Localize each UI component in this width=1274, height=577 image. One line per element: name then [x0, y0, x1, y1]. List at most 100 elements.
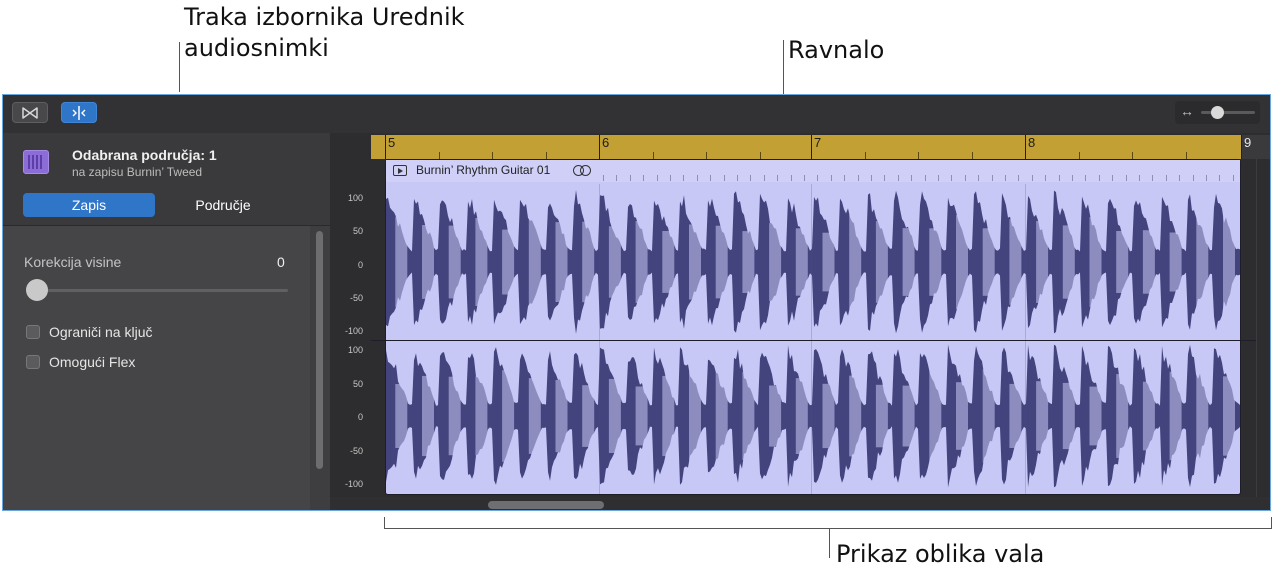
region-tick: [777, 175, 779, 181]
region-tick: [750, 175, 752, 181]
ruler-bar-line: [599, 135, 600, 159]
region-tick: [978, 175, 980, 181]
callout-menu-bar-line1: Traka izbornika Urednik: [184, 3, 465, 31]
enable-flex-checkbox[interactable]: [26, 355, 40, 369]
bar-grid-line: [811, 184, 812, 494]
region-tick: [629, 175, 631, 181]
bowtie-button[interactable]: [12, 102, 48, 123]
y-axis-tick-label: 50: [352, 226, 363, 237]
y-axis-tick-label: 0: [357, 412, 363, 422]
region-tick: [964, 175, 966, 181]
ruler-bar-label: 6: [602, 135, 610, 150]
y-axis-tick-label: -100: [344, 479, 363, 489]
zoom-control: ↔: [1175, 101, 1260, 124]
region-tick: [871, 175, 872, 181]
ruler-beat-tick: [492, 152, 493, 159]
ruler-bar-line: [385, 135, 386, 159]
callout-menu-bar-line2: audiosnimki: [184, 34, 329, 62]
region-tick: [1031, 175, 1033, 181]
region-tick: [1219, 175, 1221, 181]
region-tick: [1098, 175, 1100, 181]
ruler-beat-tick: [759, 152, 761, 159]
ruler-bar-label: 5: [388, 135, 396, 150]
y-axis-tick-label: 100: [347, 345, 363, 355]
loop-icon: [573, 164, 593, 176]
pitch-correction-value: 0: [277, 254, 285, 270]
callout-waveform-bracket-right: [1271, 517, 1272, 529]
ruler-beat-tick: [438, 152, 440, 159]
region-tick: [737, 175, 738, 181]
region-tick: [857, 175, 859, 181]
ruler-bar-label: 9: [1244, 135, 1252, 150]
ruler-beat-tick: [864, 152, 866, 159]
bowtie-icon: [22, 106, 38, 119]
region-tick: [911, 175, 913, 181]
region-tick: [897, 175, 899, 181]
audio-editor: ↔ Odabrana područja: 1 na zapisu Burnin’…: [2, 94, 1271, 511]
ruler-bar-line: [811, 135, 812, 159]
region-tick: [1125, 175, 1127, 181]
callout-waveform-bracket-left: [384, 517, 385, 529]
region-tick: [1072, 175, 1073, 181]
callout-menu-bar: Traka izbornika Urednik audiosnimki: [184, 2, 465, 64]
region-tick: [830, 175, 832, 181]
region-tick: [670, 175, 671, 181]
horizontal-scrollbar-track: [330, 497, 1270, 510]
callout-waveform: Prikaz oblika vala: [836, 540, 1045, 568]
ruler-beat-tick: [545, 152, 547, 159]
region-tick: [884, 175, 886, 181]
inspector-scrollbar-thumb[interactable]: [316, 231, 323, 469]
limit-to-key-checkbox[interactable]: [26, 325, 40, 339]
waveform[interactable]: [386, 184, 1240, 494]
ruler-bar-label: 7: [814, 135, 822, 150]
ruler-beat-tick: [1078, 152, 1080, 159]
ruler-beat-tick: [971, 152, 973, 159]
track-vertical-divider: [1256, 159, 1257, 497]
region-tick: [656, 175, 658, 181]
region-tick: [844, 175, 846, 181]
y-axis-tick-label: -100: [344, 326, 363, 336]
y-axis-tick-label: 0: [357, 259, 363, 270]
region-tick: [1206, 175, 1207, 181]
region-tick: [616, 175, 618, 181]
region-tick: [938, 175, 939, 181]
region-tick: [817, 175, 819, 181]
tab-zapis[interactable]: Zapis: [23, 193, 155, 217]
flex-button[interactable]: [61, 102, 97, 123]
ruler-bar-line: [1025, 135, 1026, 159]
y-axis-tick-label: -50: [349, 292, 363, 303]
ruler-bar-line: [1241, 135, 1242, 159]
region-tick: [790, 175, 792, 181]
region-tick: [1058, 175, 1060, 181]
region-tick: [1005, 175, 1006, 181]
inspector-title: Odabrana područja: 1: [72, 147, 217, 163]
ruler-beat-tick: [706, 152, 707, 159]
region-tick: [1085, 175, 1087, 181]
region-tick: [723, 175, 725, 181]
tab-podrucje[interactable]: Područje: [157, 193, 289, 217]
zoom-slider-knob[interactable]: [1211, 106, 1225, 119]
region-tick: [1232, 175, 1234, 181]
region-tick: [951, 175, 953, 181]
pitch-slider-track[interactable]: [28, 289, 288, 292]
bar-grid-line: [1025, 184, 1026, 494]
region-tick: [763, 175, 765, 181]
y-axis-tick-label: -50: [349, 445, 363, 456]
horizontal-arrows-icon: ↔: [1180, 103, 1194, 119]
region-tick: [696, 175, 698, 181]
horizontal-scrollbar-thumb[interactable]: [488, 501, 604, 509]
ruler-beat-tick: [918, 152, 919, 159]
limit-to-key-label: Ograniči na ključ: [49, 324, 153, 340]
callout-waveform-line: [829, 528, 830, 558]
region-tick: [1018, 175, 1020, 181]
pitch-slider-knob[interactable]: [26, 279, 48, 301]
zoom-slider-track[interactable]: [1201, 111, 1255, 114]
ruler-beat-tick: [1185, 152, 1187, 159]
region-tick: [603, 175, 604, 181]
region-tick: [1165, 175, 1167, 181]
region-tick: [1179, 175, 1181, 181]
callout-waveform-bracket: [384, 528, 1272, 529]
inspector-panel: Odabrana područja: 1 na zapisu Burnin’ T…: [3, 133, 330, 510]
region-tick: [1192, 175, 1194, 181]
region-tick: [1045, 175, 1047, 181]
